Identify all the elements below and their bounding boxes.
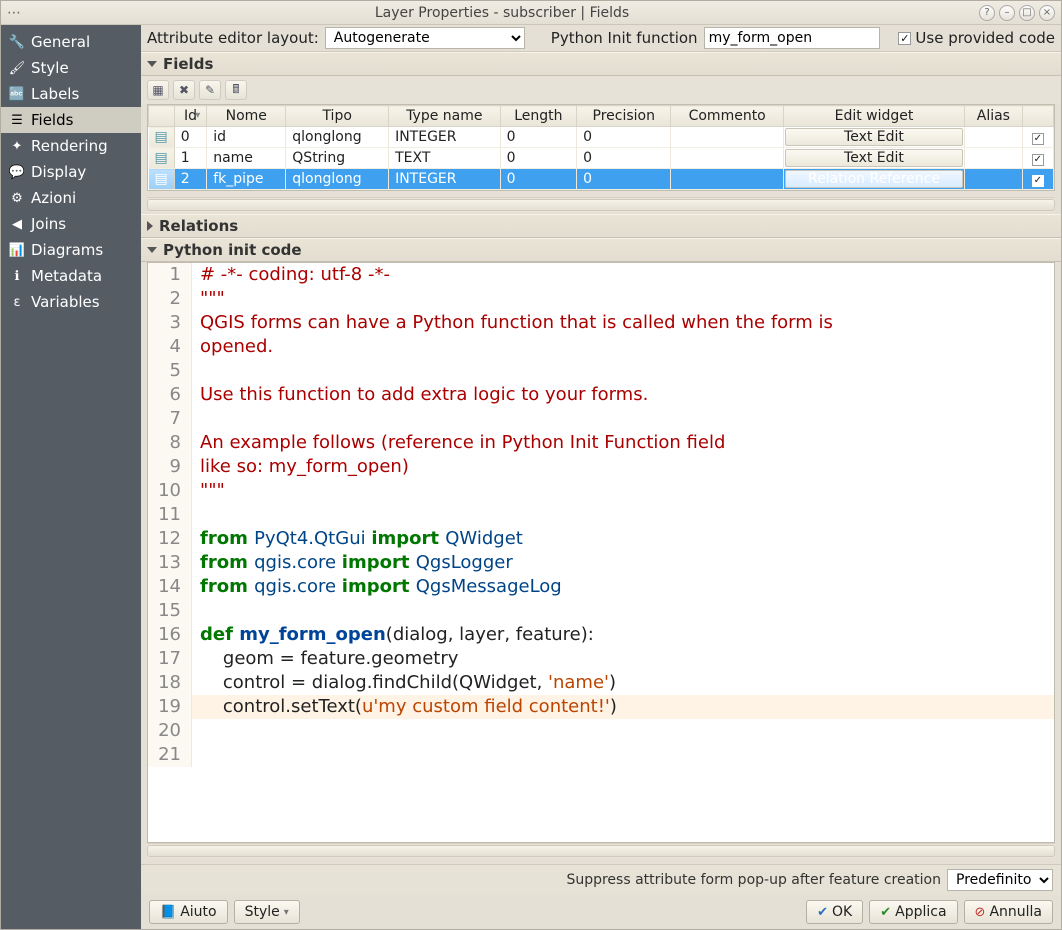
sidebar: 🔧 General 🖌 Style 🔤 Labels ☰ Fields ✦ Rendering 💬 D… xyxy=(1,25,141,929)
python-code-editor[interactable]: 1# -*- coding: utf-8 -*-2"""3QGIS forms … xyxy=(147,262,1055,843)
annulla-button[interactable]: ⊘Annulla xyxy=(964,900,1053,924)
suppress-form-label: Suppress attribute form pop-up after fea… xyxy=(149,872,941,888)
visible-checkbox[interactable]: ✓ xyxy=(1032,154,1044,166)
row-icon: ▤ xyxy=(149,169,175,190)
sidebar-item-label: Diagrams xyxy=(31,241,103,259)
sidebar-item-label: Joins xyxy=(31,215,66,233)
applica-button[interactable]: ✔Applica xyxy=(869,900,957,924)
sidebar-item-label: Labels xyxy=(31,85,79,103)
style-icon: 🖌 xyxy=(9,60,25,76)
edit-widget-button[interactable]: Text Edit xyxy=(785,149,963,167)
sidebar-item-label: Rendering xyxy=(31,137,108,155)
code-hscrollbar[interactable] xyxy=(147,843,1055,858)
col-header[interactable]: Id▾ xyxy=(174,106,206,127)
visible-checkbox[interactable]: ✓ xyxy=(1032,175,1044,187)
attr-editor-select[interactable]: Autogenerate xyxy=(325,27,525,49)
field-calculator-button[interactable]: 🖩 xyxy=(225,80,247,100)
sidebar-item-label: Fields xyxy=(31,111,73,129)
sidebar-item-label: Variables xyxy=(31,293,100,311)
main: Attribute editor layout: Autogenerate Py… xyxy=(141,25,1061,929)
edit-field-button[interactable]: ✎ xyxy=(199,80,221,100)
relations-section-header[interactable]: Relations xyxy=(141,214,1061,238)
edit-widget-button[interactable]: Text Edit xyxy=(785,128,963,146)
col-header[interactable]: Alias xyxy=(965,106,1023,127)
metadata-icon: ℹ xyxy=(9,268,25,284)
col-header[interactable]: Nome xyxy=(207,106,286,127)
col-header[interactable]: Precision xyxy=(577,106,671,127)
fields-toolbar: ▦ ✖ ✎ 🖩 xyxy=(141,76,1061,104)
sidebar-item-fields[interactable]: ☰ Fields xyxy=(1,107,141,133)
sidebar-item-label: Metadata xyxy=(31,267,102,285)
window: ⋯ Layer Properties - subscriber | Fields… xyxy=(0,0,1062,930)
table-row[interactable]: ▤2fk_pipeqlonglongINTEGER00Relation Refe… xyxy=(149,169,1054,190)
sidebar-item-label: Azioni xyxy=(31,189,76,207)
chevron-down-icon: ▾ xyxy=(284,907,289,918)
sidebar-item-general[interactable]: 🔧 General xyxy=(1,29,141,55)
edit-widget-button[interactable]: Relation Reference xyxy=(785,170,963,188)
collapse-icon xyxy=(147,61,157,67)
sidebar-item-metadata[interactable]: ℹ Metadata xyxy=(1,263,141,289)
top-toolbar: Attribute editor layout: Autogenerate Py… xyxy=(141,25,1061,52)
new-field-button[interactable]: ▦ xyxy=(147,80,169,100)
python-code-section-header[interactable]: Python init code xyxy=(141,238,1061,262)
expand-icon xyxy=(147,221,153,231)
help-window-button[interactable]: ? xyxy=(979,5,995,21)
aiuto-button[interactable]: 📘Aiuto xyxy=(149,900,228,924)
minimize-window-button[interactable]: – xyxy=(999,5,1015,21)
visible-checkbox[interactable]: ✓ xyxy=(1032,133,1044,145)
fields-table[interactable]: Id▾NomeTipoType nameLengthPrecisionComme… xyxy=(147,104,1055,191)
sidebar-item-rendering[interactable]: ✦ Rendering xyxy=(1,133,141,159)
ok-button[interactable]: ✔OK xyxy=(806,900,863,924)
col-header[interactable]: Length xyxy=(500,106,577,127)
col-header[interactable]: Edit widget xyxy=(783,106,964,127)
display-icon: 💬 xyxy=(9,164,25,180)
table-row[interactable]: ▤0idqlonglongINTEGER00Text Edit✓ xyxy=(149,127,1054,148)
sidebar-item-azioni[interactable]: ⚙ Azioni xyxy=(1,185,141,211)
maximize-window-button[interactable]: □ xyxy=(1019,5,1035,21)
sidebar-item-style[interactable]: 🖌 Style xyxy=(1,55,141,81)
col-header[interactable]: Type name xyxy=(389,106,501,127)
table-row[interactable]: ▤1nameQStringTEXT00Text Edit✓ xyxy=(149,148,1054,169)
sidebar-item-joins[interactable]: ◀ Joins xyxy=(1,211,141,237)
window-title: Layer Properties - subscriber | Fields xyxy=(25,5,979,21)
window-menu-icon[interactable]: ⋯ xyxy=(7,5,25,21)
diagrams-icon: 📊 xyxy=(9,242,25,258)
sidebar-item-label: Display xyxy=(31,163,86,181)
row-icon: ▤ xyxy=(149,148,175,169)
rendering-icon: ✦ xyxy=(9,138,25,154)
azioni-icon: ⚙ xyxy=(9,190,25,206)
fields-section-header[interactable]: Fields xyxy=(141,52,1061,76)
attr-editor-label: Attribute editor layout: xyxy=(147,29,319,47)
sidebar-item-diagrams[interactable]: 📊 Diagrams xyxy=(1,237,141,263)
use-provided-code-checkbox[interactable]: ✓Use provided code xyxy=(898,29,1055,47)
python-init-label: Python Init function xyxy=(551,29,698,47)
col-header[interactable]: Commento xyxy=(671,106,784,127)
close-window-button[interactable]: × xyxy=(1039,5,1055,21)
titlebar: ⋯ Layer Properties - subscriber | Fields… xyxy=(1,1,1061,25)
sidebar-item-labels[interactable]: 🔤 Labels xyxy=(1,81,141,107)
col-header[interactable] xyxy=(1022,106,1053,127)
row-icon: ▤ xyxy=(149,127,175,148)
joins-icon: ◀ xyxy=(9,216,25,232)
col-header[interactable]: Tipo xyxy=(286,106,389,127)
delete-field-button[interactable]: ✖ xyxy=(173,80,195,100)
fields-hscrollbar[interactable] xyxy=(147,197,1055,212)
dialog-buttons: 📘Aiuto Style ▾ ✔OK ✔Applica ⊘Annulla xyxy=(141,895,1061,929)
sidebar-item-label: General xyxy=(31,33,90,51)
sidebar-item-variables[interactable]: ε Variables xyxy=(1,289,141,315)
python-init-input[interactable] xyxy=(704,27,880,49)
collapse-icon xyxy=(147,247,157,253)
style-button[interactable]: Style ▾ xyxy=(234,900,300,924)
general-icon: 🔧 xyxy=(9,34,25,50)
fields-icon: ☰ xyxy=(9,112,25,128)
suppress-form-row: Suppress attribute form pop-up after fea… xyxy=(141,864,1061,895)
labels-icon: 🔤 xyxy=(9,86,25,102)
suppress-form-select[interactable]: Predefinito xyxy=(947,869,1053,891)
sidebar-item-display[interactable]: 💬 Display xyxy=(1,159,141,185)
variables-icon: ε xyxy=(9,294,25,310)
sidebar-item-label: Style xyxy=(31,59,69,77)
